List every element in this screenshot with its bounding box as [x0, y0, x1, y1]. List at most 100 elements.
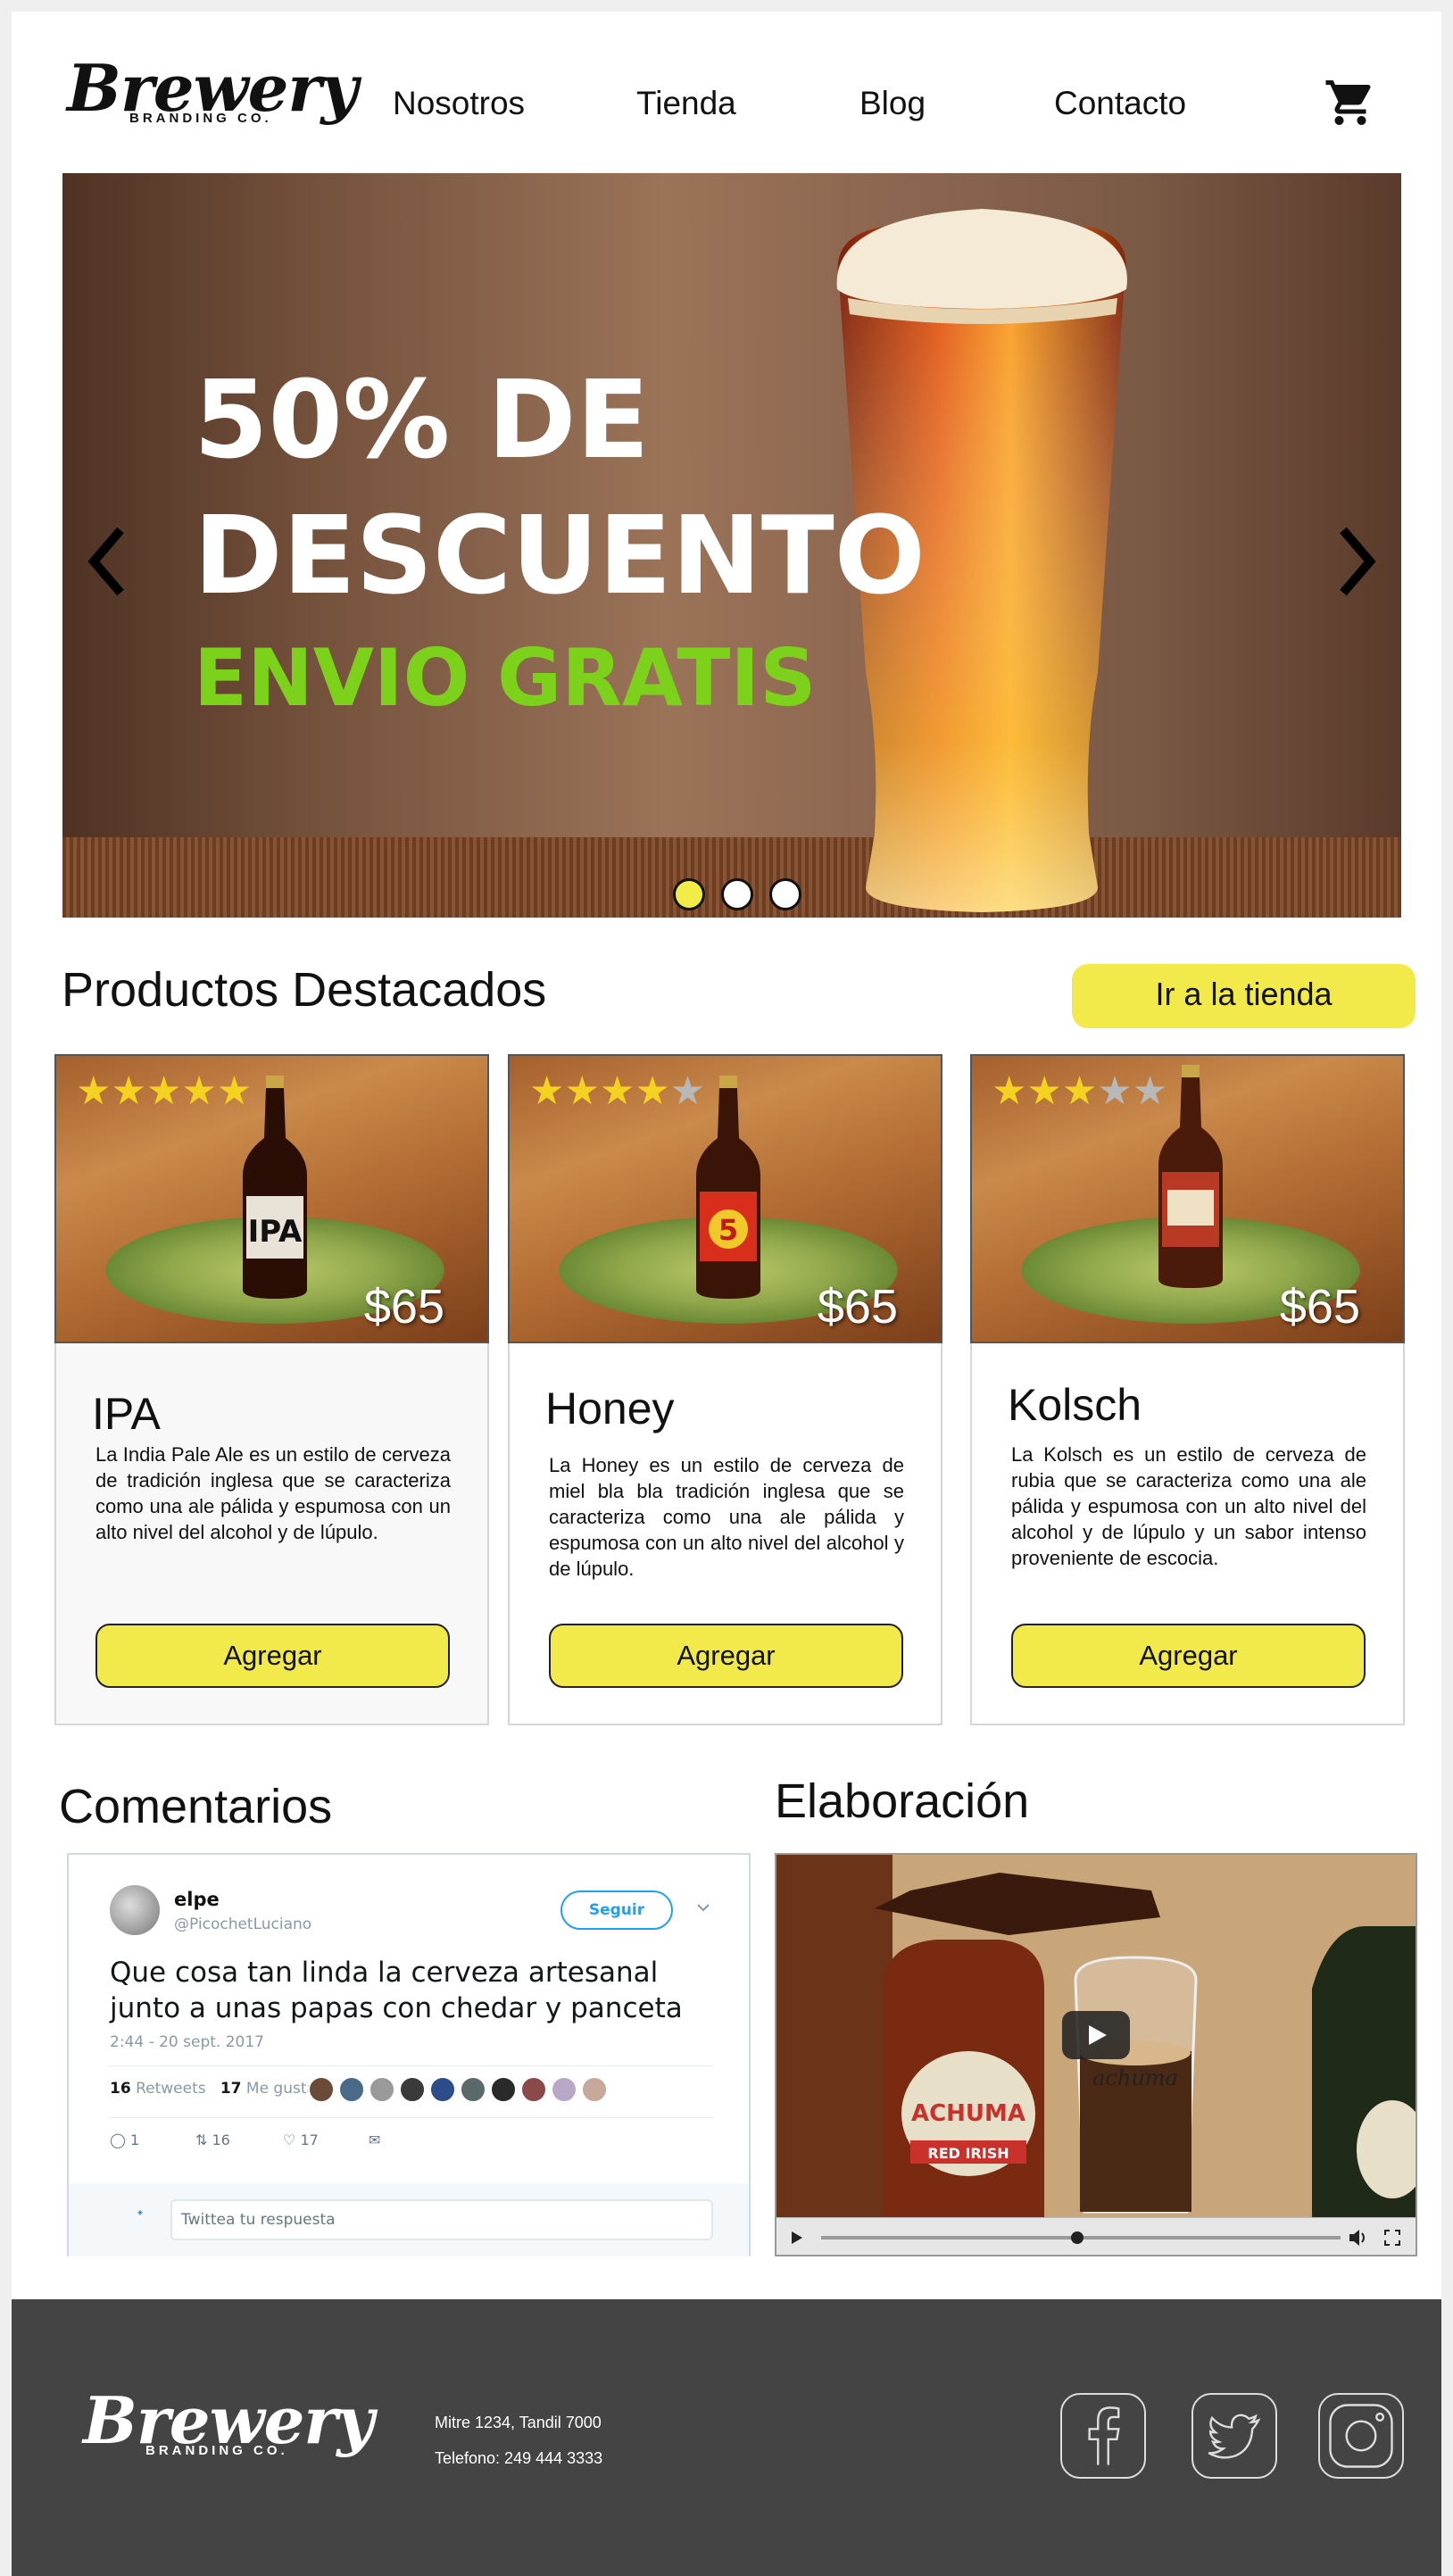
progress-thumb[interactable] — [1071, 2231, 1084, 2244]
bottle-sublabel-text: RED IRISH — [927, 2145, 1009, 2162]
retweet-action[interactable]: ⇅ 16 — [195, 2131, 230, 2148]
footer-logo[interactable]: Brewery BRANDING CO. — [83, 2389, 374, 2458]
product-photo: 5 ★★★★★ $65 — [508, 1054, 942, 1343]
reply-avatar-logo-icon: ◈ — [137, 2208, 144, 2216]
product-photo: IPA ★★★★★ $65 — [54, 1054, 489, 1343]
likers-avatars — [308, 2076, 611, 2107]
bottle-label-text: IPA — [248, 1214, 303, 1250]
add-to-cart-button[interactable]: Agregar — [1011, 1624, 1366, 1688]
hero-headline-2: DESCUENTO — [194, 494, 926, 619]
follow-button[interactable]: Seguir — [560, 1890, 673, 1930]
bottle-label-text: 5 — [718, 1213, 738, 1247]
bottle-label-text: ACHUMA — [911, 2100, 1025, 2127]
chevron-down-icon[interactable] — [693, 1898, 713, 1917]
likes-label[interactable]: Me gusta — [246, 2080, 316, 2098]
video-controls — [776, 2217, 1416, 2255]
add-to-cart-button[interactable]: Agregar — [95, 1624, 450, 1688]
hero-carousel: 50% DE DESCUENTO ENVIO GRATIS — [62, 173, 1401, 918]
facebook-icon[interactable] — [1060, 2393, 1146, 2479]
like-count: 17 — [300, 2131, 319, 2148]
liker-avatar[interactable] — [369, 2076, 395, 2103]
play-small-icon[interactable] — [789, 2230, 805, 2246]
footer-address: Mitre 1234, Tandil 7000 — [435, 2414, 602, 2431]
shopping-cart-icon[interactable] — [1324, 76, 1377, 129]
product-name: Honey — [545, 1384, 675, 1433]
footer-phone: Telefono: 249 444 3333 — [435, 2449, 603, 2467]
play-icon — [1089, 2025, 1107, 2045]
volume-icon[interactable] — [1348, 2228, 1369, 2248]
add-to-cart-button[interactable]: Agregar — [549, 1624, 903, 1688]
product-name: IPA — [92, 1389, 161, 1439]
carousel-next-icon[interactable] — [1330, 521, 1383, 602]
hero-headline-1: 50% DE — [194, 359, 650, 483]
comments-title: Comentarios — [59, 1780, 333, 1833]
product-name: Kolsch — [1008, 1380, 1142, 1430]
go-to-shop-button[interactable]: Ir a la tienda — [1072, 964, 1416, 1028]
twitter-icon[interactable] — [1191, 2393, 1277, 2479]
tweet-username[interactable]: elpe — [174, 1889, 220, 1910]
carousel-dot-1[interactable] — [673, 878, 705, 910]
liker-avatar[interactable] — [490, 2076, 517, 2103]
rating-stars: ★★★★★ — [992, 1069, 1168, 1113]
hero-free-shipping: ENVIO GRATIS — [194, 632, 817, 724]
liker-avatar[interactable] — [520, 2076, 547, 2103]
tweet-handle[interactable]: @PicochetLuciano — [174, 1915, 311, 1933]
divider — [110, 2117, 713, 2118]
product-description: La Kolsch es un estilo de cerveza de rub… — [1011, 1443, 1366, 1569]
product-card-honey: 5 ★★★★★ $65 Honey La Honey es un estilo … — [508, 1054, 942, 1725]
product-description: La India Pale Ale es un estilo de cervez… — [95, 1443, 451, 1543]
reply-bar: ◈ Twittea tu respuesta — [69, 2183, 749, 2256]
like-action[interactable]: ♡ 17 — [283, 2131, 319, 2148]
retweet-icon: ⇅ — [195, 2131, 208, 2148]
brand-logo[interactable]: Brewery BRANDING CO. — [67, 56, 358, 126]
liker-avatar[interactable] — [551, 2076, 577, 2103]
elaboracion-title: Elaboración — [775, 1774, 1030, 1828]
reply-count: 1 — [130, 2131, 140, 2148]
likes-count: 17 — [220, 2080, 242, 2098]
tweet-date[interactable]: 2:44 - 20 sept. 2017 — [110, 2033, 264, 2051]
fullscreen-icon[interactable] — [1383, 2229, 1401, 2247]
rating-stars: ★★★★★ — [529, 1069, 706, 1113]
carousel-prev-icon[interactable] — [80, 521, 134, 602]
product-photo: ★★★★★ $65 — [970, 1054, 1405, 1343]
tweet-stats: 16 Retweets 17 Me gusta — [110, 2080, 316, 2098]
heart-icon: ♡ — [283, 2131, 296, 2148]
product-price: $65 — [363, 1280, 444, 1334]
embedded-tweet: elpe @PicochetLuciano Seguir Que cosa ta… — [67, 1853, 751, 2256]
liker-avatar[interactable] — [581, 2076, 608, 2103]
reply-action[interactable]: ◯ 1 — [110, 2131, 139, 2148]
rating-stars: ★★★★★ — [76, 1069, 253, 1113]
divider — [110, 2065, 713, 2066]
liker-avatar[interactable] — [308, 2076, 335, 2103]
carousel-dot-3[interactable] — [769, 878, 801, 910]
footer: Brewery BRANDING CO. Mitre 1234, Tandil … — [12, 2299, 1441, 2576]
reply-input[interactable]: Twittea tu respuesta — [170, 2199, 713, 2240]
retweets-label[interactable]: Retweets — [136, 2080, 206, 2098]
carousel-dot-2[interactable] — [721, 878, 753, 910]
product-description: La Honey es un estilo de cerveza de miel… — [549, 1454, 904, 1580]
tweet-text: Que cosa tan linda la cerveza artesanal … — [110, 1957, 683, 2024]
product-card-ipa: IPA ★★★★★ $65 IPA La India Pale Ale es u… — [54, 1054, 489, 1725]
reply-icon: ◯ — [110, 2131, 126, 2148]
liker-avatar[interactable] — [338, 2076, 365, 2103]
video-player[interactable]: ACHUMA RED IRISH achuma — [775, 1853, 1417, 2256]
liker-avatar[interactable] — [429, 2076, 456, 2103]
product-price: $65 — [1279, 1280, 1360, 1334]
liker-avatar[interactable] — [399, 2076, 426, 2103]
products-title: Productos Destacados — [62, 963, 547, 1017]
glass-label-text: achuma — [1092, 2065, 1178, 2090]
message-icon[interactable]: ✉ — [369, 2131, 380, 2148]
retweets-count: 16 — [110, 2080, 131, 2098]
page: Brewery BRANDING CO. Nosotros Tienda Blo… — [12, 12, 1441, 2576]
product-card-kolsch: ★★★★★ $65 Kolsch La Kolsch es un estilo … — [970, 1054, 1405, 1725]
tweet-avatar[interactable] — [110, 1885, 160, 1935]
product-price: $65 — [817, 1280, 898, 1334]
play-button[interactable] — [1062, 2011, 1130, 2059]
retweet-count: 16 — [212, 2131, 230, 2148]
liker-avatar[interactable] — [460, 2076, 486, 2103]
nav-nosotros[interactable]: Nosotros — [393, 85, 525, 122]
instagram-icon[interactable] — [1318, 2393, 1404, 2479]
nav-tienda[interactable]: Tienda — [636, 85, 736, 122]
nav-blog[interactable]: Blog — [859, 85, 926, 122]
nav-contacto[interactable]: Contacto — [1054, 85, 1186, 122]
